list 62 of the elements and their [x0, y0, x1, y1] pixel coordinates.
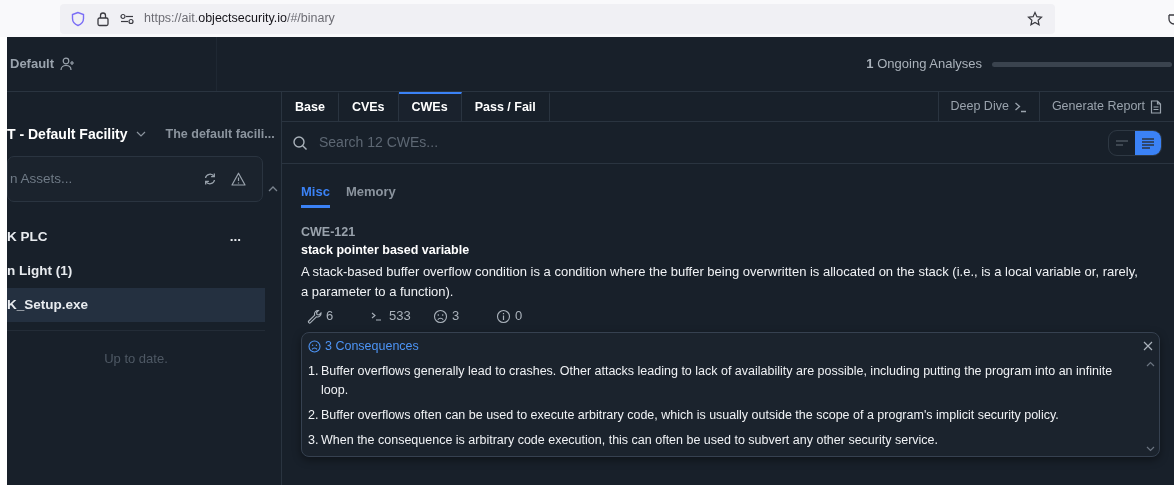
shield-icon	[70, 10, 86, 27]
add-user-icon[interactable]	[60, 57, 76, 71]
chevron-down-icon[interactable]	[135, 130, 146, 138]
asset-search-field[interactable]: n Assets...	[8, 167, 189, 191]
list-number: 1.	[308, 362, 320, 380]
wrench-icon	[307, 308, 322, 324]
category-tab[interactable]: Misc	[301, 182, 330, 208]
consequences-title: 3 Consequences	[325, 338, 419, 355]
text-lines-icon	[1141, 136, 1155, 149]
address-bar[interactable]: https://ait.objectsecurity.io/#/binary	[60, 3, 1055, 34]
frown-icon	[433, 308, 448, 324]
tree-item[interactable]: n Light (1)	[7, 254, 265, 288]
tab[interactable]: CWEs	[398, 92, 462, 121]
cwe-id: CWE-121	[301, 223, 357, 241]
tree-label: K_Setup.exe	[7, 295, 89, 314]
stat-count: 0	[515, 307, 523, 326]
tab[interactable]: Pass / Fail	[461, 92, 550, 121]
terminal-icon	[1013, 100, 1027, 113]
info-icon	[496, 308, 511, 324]
stat-count: 3	[452, 307, 460, 326]
scroll-up-icon[interactable]	[268, 185, 278, 192]
warning-icon[interactable]	[231, 172, 246, 186]
list-number: 2.	[308, 406, 320, 424]
more-button[interactable]: ...	[229, 226, 241, 248]
stat-count: 6	[326, 307, 334, 326]
frown-icon	[308, 339, 321, 353]
generate-report-button[interactable]: Generate Report	[1038, 92, 1174, 121]
document-icon	[1150, 99, 1162, 114]
close-button[interactable]	[1143, 341, 1153, 352]
tree-item[interactable]: K PLC ...	[7, 220, 265, 254]
cwe-title: stack pointer based variable	[301, 242, 471, 260]
ongoing-analyses-label: 1 Ongoing Analyses	[866, 55, 982, 74]
scroll-down-icon[interactable]	[1146, 445, 1155, 452]
stat-count: 533	[389, 307, 411, 326]
short-lines-icon	[1115, 138, 1129, 147]
detailed-view-button[interactable]	[1135, 130, 1161, 155]
list-number: 3.	[308, 431, 320, 449]
cwe-search-field[interactable]: Search 12 CWEs...	[317, 131, 1099, 154]
sync-status: Up to date.	[7, 330, 265, 369]
consequence-text: Buffer overflows often can be used to execute arbitrary code, which is usually outside the scope of a program's implicit security policy.	[321, 406, 1059, 424]
tree-label: K PLC	[7, 227, 48, 246]
search-icon	[292, 134, 308, 151]
facility-name[interactable]: T - Default Facility	[7, 123, 128, 145]
close-icon	[1143, 341, 1153, 352]
permissions-icon	[120, 12, 134, 25]
category-tab[interactable]: Memory	[345, 182, 396, 208]
url-text: https://ait.objectsecurity.io/#/binary	[144, 10, 335, 28]
cwe-description: A stack-based buffer overflow condition is a condition where the buffer being overwritten is allocated on the stack (i.e., is a local variable or, rarely, a parameter to a function).	[301, 263, 1139, 301]
refresh-icon[interactable]	[203, 172, 217, 186]
workspace-name[interactable]: Default	[10, 54, 55, 74]
search-field[interactable]: n Assets...	[7, 156, 263, 202]
scroll-up-icon[interactable]	[1146, 361, 1155, 367]
lock-icon	[96, 10, 110, 27]
consequence-text: Buffer overflows generally lead to crashes. Other attacks leading to lack of availability are possible, including putting the program into an infinite loop.	[321, 362, 1113, 399]
tree-item[interactable]: K_Setup.exe	[7, 288, 265, 322]
facility-description: The default facili...	[165, 125, 275, 143]
tab[interactable]: CVEs	[338, 92, 399, 121]
tab[interactable]: Base	[282, 92, 339, 121]
tree-label: n Light (1)	[7, 261, 73, 280]
deep-dive-button[interactable]: Deep Dive	[937, 92, 1039, 121]
consequence-text: When the consequence is arbitrary code execution, this can often be used to subvert any other security service.	[321, 431, 938, 449]
star-icon[interactable]	[1027, 10, 1043, 27]
